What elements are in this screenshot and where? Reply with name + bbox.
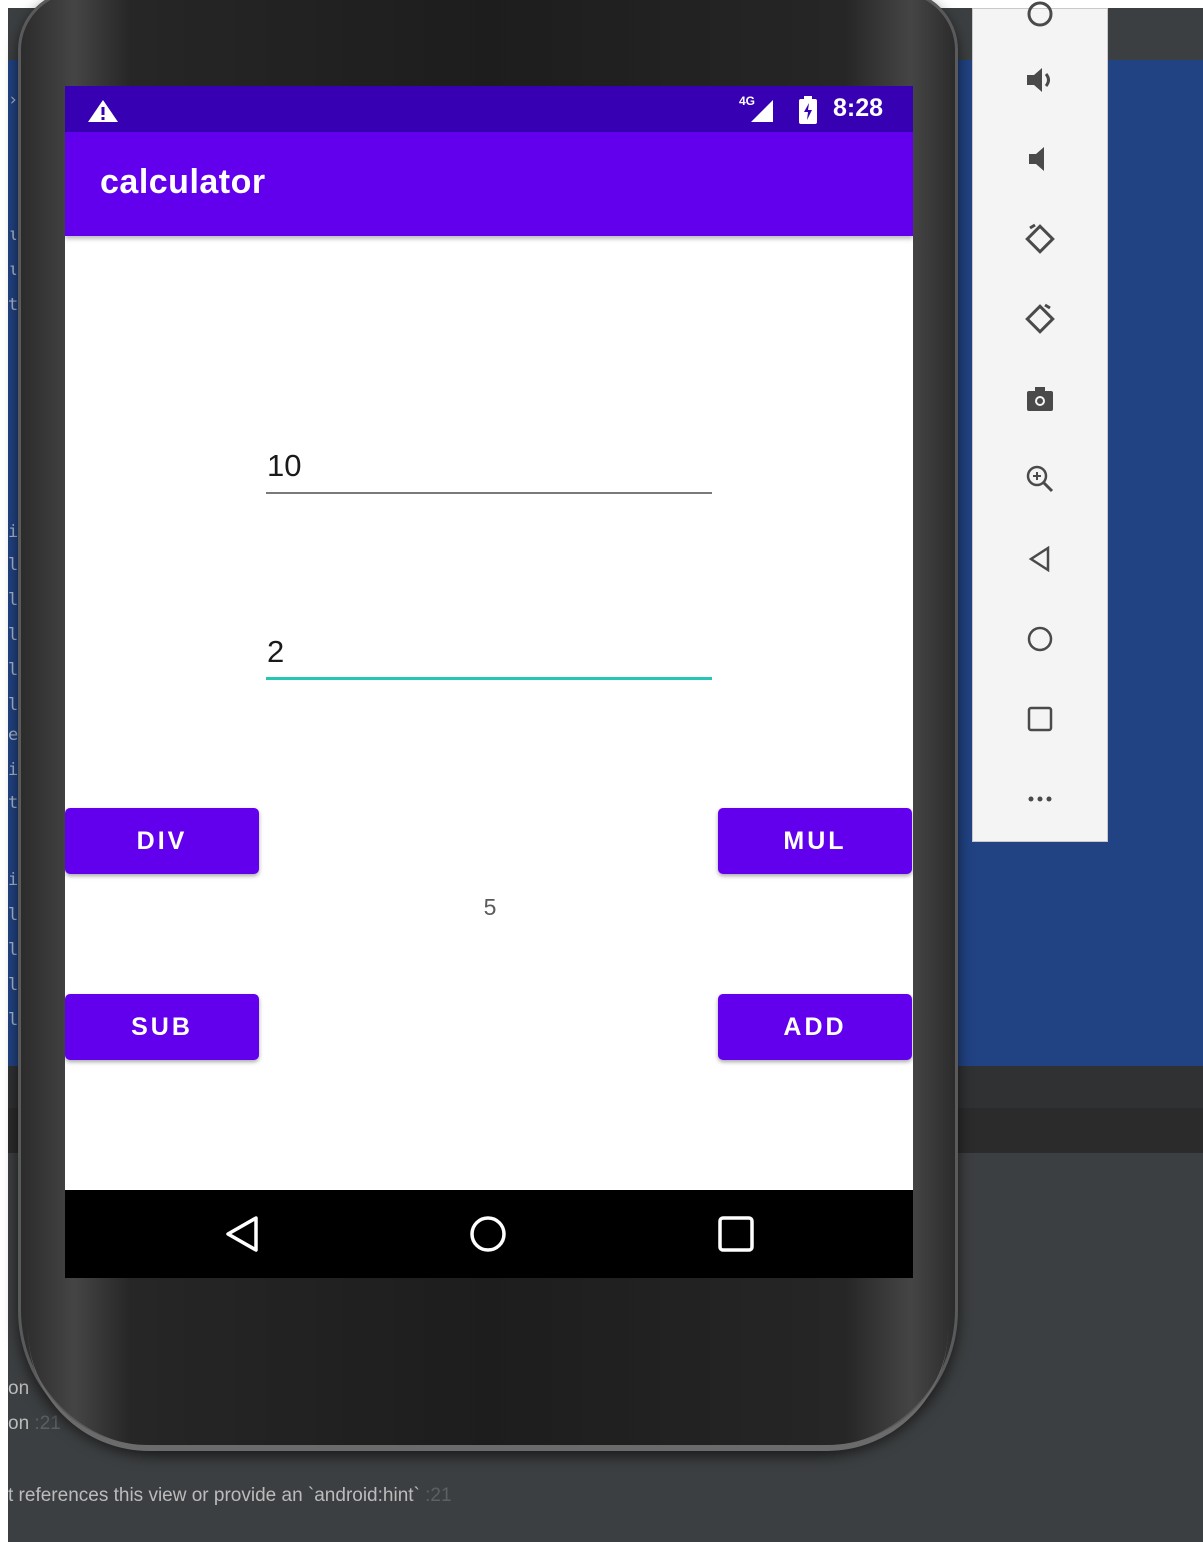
result-text: 5	[483, 894, 497, 920]
overview-icon[interactable]	[1017, 696, 1063, 742]
mul-button[interactable]: MUL	[718, 808, 912, 874]
more-icon[interactable]	[1017, 776, 1063, 822]
warning-icon	[88, 100, 118, 122]
code-glyph: l	[8, 905, 19, 925]
phone-screen: 4G 8:28 calculator 10 2 DIV MUL 5 SUB AD…	[65, 86, 913, 1278]
status-bar: 4G 8:28	[65, 86, 913, 132]
code-glyph: l	[8, 975, 19, 995]
code-glyph: ›	[8, 90, 19, 110]
code-glyph: i	[8, 760, 19, 780]
battery-icon	[799, 96, 817, 124]
second-number-input[interactable]: 2	[266, 634, 712, 680]
code-glyph: t	[8, 793, 19, 813]
emulator-toolbar	[972, 1, 1108, 842]
code-glyph: l	[8, 590, 19, 610]
code-glyph: l	[8, 695, 19, 715]
code-glyph: ι	[8, 260, 19, 280]
console-line: t references this view or provide an `an…	[8, 1485, 452, 1506]
nav-back-icon[interactable]	[220, 1212, 264, 1256]
back-icon[interactable]	[1017, 536, 1063, 582]
console-line: on	[8, 1378, 30, 1399]
code-glyph: t	[8, 295, 19, 315]
home-icon[interactable]	[1017, 616, 1063, 662]
volume-up-icon[interactable]	[1017, 57, 1063, 103]
code-glyph: e	[8, 725, 19, 745]
app-title: calculator	[100, 163, 266, 201]
power-icon[interactable]	[1017, 0, 1063, 37]
code-glyph: i	[8, 870, 19, 890]
zoom-icon[interactable]	[1017, 456, 1063, 502]
code-glyph: l	[8, 555, 19, 575]
phone-bottom-rim	[28, 1330, 948, 1451]
volume-down-icon[interactable]	[1017, 136, 1063, 182]
console-line: on :21	[8, 1413, 61, 1434]
add-button[interactable]: ADD	[718, 994, 912, 1060]
rotate-left-icon[interactable]	[1017, 216, 1063, 262]
code-glyph: ι	[8, 225, 19, 245]
code-glyph: l	[8, 940, 19, 960]
code-glyph: i	[8, 522, 19, 542]
nav-overview-icon[interactable]	[714, 1212, 758, 1256]
signal-icon	[751, 100, 773, 122]
code-glyph: l	[8, 625, 19, 645]
rotate-right-icon[interactable]	[1017, 296, 1063, 342]
clock: 8:28	[833, 94, 884, 122]
navigation-bar	[65, 1190, 913, 1278]
camera-icon[interactable]	[1017, 376, 1063, 422]
first-number-input[interactable]: 10	[266, 448, 712, 494]
code-glyph: l	[8, 1010, 19, 1030]
sub-button[interactable]: SUB	[65, 994, 259, 1060]
div-button[interactable]: DIV	[65, 808, 259, 874]
code-glyph: l	[8, 660, 19, 680]
nav-home-icon[interactable]	[466, 1212, 510, 1256]
app-bar: calculator	[65, 132, 913, 236]
